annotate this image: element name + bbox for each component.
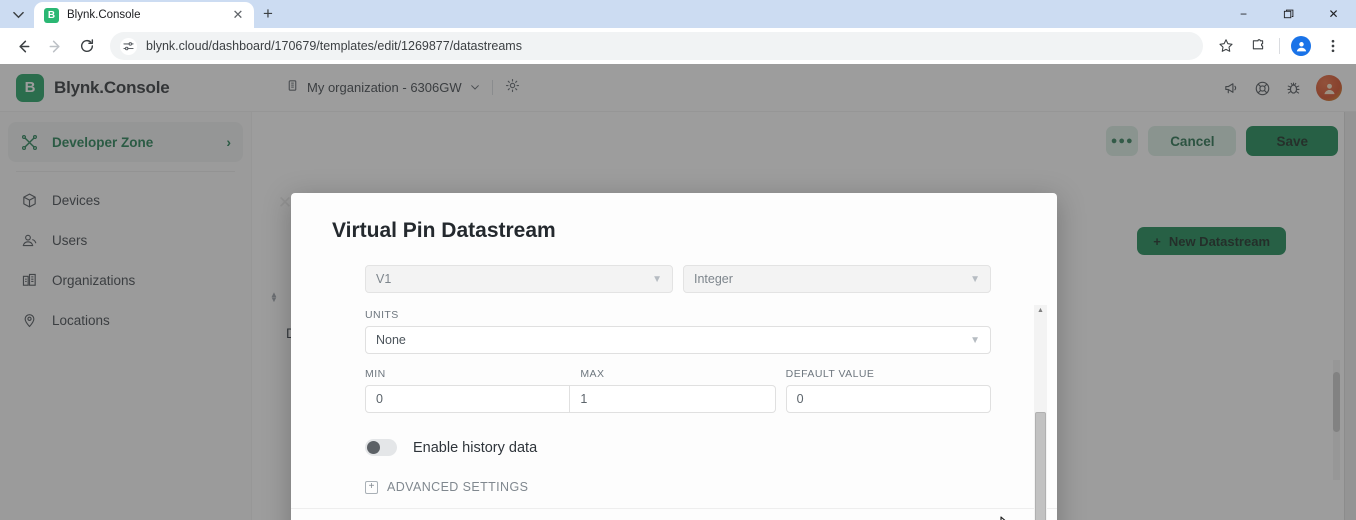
datatype-field: Integer ▼: [683, 265, 991, 293]
advanced-settings-row[interactable]: + ADVANCED SETTINGS: [291, 456, 1057, 494]
units-row: UNITS None ▼: [291, 309, 1057, 354]
dialog-scroll-area: V1 ▼ Integer ▼ UNITS None ▼: [291, 243, 1057, 508]
scrollbar-thumb[interactable]: [1035, 412, 1046, 520]
browser-tab[interactable]: B Blynk.Console ✕: [34, 2, 254, 28]
history-data-row: Enable history data: [291, 413, 1057, 456]
forward-arrow-icon: [40, 31, 70, 61]
enable-history-label: Enable history data: [413, 440, 537, 456]
address-bar-url: blynk.cloud/dashboard/170679/templates/e…: [146, 39, 522, 53]
chevron-down-icon: ▼: [970, 274, 980, 285]
max-field: MAX 1: [570, 368, 775, 413]
pin-field: V1 ▼: [365, 265, 673, 293]
default-value-input[interactable]: 0: [786, 385, 991, 413]
bookmark-star-icon[interactable]: [1211, 31, 1241, 61]
chevron-down-icon: ▼: [652, 274, 662, 285]
units-label: UNITS: [365, 309, 991, 321]
units-value: None: [376, 333, 406, 347]
reload-icon[interactable]: [72, 31, 102, 61]
window-maximize-icon[interactable]: [1266, 0, 1311, 28]
window-minimize-icon[interactable]: −: [1221, 0, 1266, 28]
range-row: MIN 0 MAX 1 DEFAULT VALUE 0: [291, 368, 1057, 413]
chevron-down-icon: ▼: [970, 335, 980, 346]
new-tab-icon[interactable]: +: [254, 1, 282, 27]
extensions-icon[interactable]: [1243, 31, 1273, 61]
default-value-field: DEFAULT VALUE 0: [786, 368, 991, 413]
datatype-value: Integer: [694, 272, 733, 286]
enable-history-toggle[interactable]: [365, 439, 397, 456]
max-input[interactable]: 1: [570, 385, 775, 413]
max-value: 1: [580, 392, 587, 406]
pin-value: V1: [376, 272, 391, 286]
default-value: 0: [797, 392, 804, 406]
window-controls: − ✕: [1221, 0, 1356, 28]
tab-favicon-icon: B: [44, 8, 59, 23]
pin-type-row: V1 ▼ Integer ▼: [291, 265, 1057, 293]
browser-toolbar: blynk.cloud/dashboard/170679/templates/e…: [0, 28, 1356, 64]
min-label: MIN: [365, 368, 570, 380]
toolbar-divider: [1279, 38, 1280, 54]
max-label: MAX: [570, 368, 775, 380]
advanced-settings-label: ADVANCED SETTINGS: [387, 480, 528, 494]
toggle-knob: [367, 441, 380, 454]
tab-search-icon[interactable]: [4, 2, 32, 26]
scrollbar-track[interactable]: [1034, 316, 1047, 520]
app-viewport: B Blynk.Console My organization - 6306GW: [0, 64, 1356, 520]
min-value: 0: [376, 392, 383, 406]
expand-plus-icon[interactable]: +: [365, 481, 378, 494]
default-value-label: DEFAULT VALUE: [786, 368, 991, 380]
browser-tab-strip: B Blynk.Console ✕ + − ✕: [0, 0, 1356, 28]
units-select[interactable]: None ▼: [365, 326, 991, 354]
address-bar[interactable]: blynk.cloud/dashboard/170679/templates/e…: [110, 32, 1203, 60]
virtual-pin-datastream-dialog: Virtual Pin Datastream V1 ▼ Integer ▼: [291, 193, 1057, 520]
profile-avatar-icon[interactable]: [1286, 31, 1316, 61]
tab-close-icon[interactable]: ✕: [230, 7, 246, 23]
min-field: MIN 0: [365, 368, 570, 413]
dialog-footer: Cancel Create: [291, 508, 1057, 520]
min-input[interactable]: 0: [365, 385, 570, 413]
tab-title: Blynk.Console: [67, 9, 222, 21]
three-dot-menu-icon[interactable]: [1318, 31, 1348, 61]
dialog-scrollbar[interactable]: ▲ ▼: [1034, 305, 1047, 520]
units-field: UNITS None ▼: [365, 309, 991, 354]
datatype-select[interactable]: Integer ▼: [683, 265, 991, 293]
pin-select[interactable]: V1 ▼: [365, 265, 673, 293]
window-close-icon[interactable]: ✕: [1311, 0, 1356, 28]
back-arrow-icon[interactable]: [8, 31, 38, 61]
dialog-title: Virtual Pin Datastream: [291, 193, 1057, 243]
tune-icon[interactable]: [120, 38, 137, 55]
scroll-up-arrow-icon[interactable]: ▲: [1037, 305, 1044, 316]
